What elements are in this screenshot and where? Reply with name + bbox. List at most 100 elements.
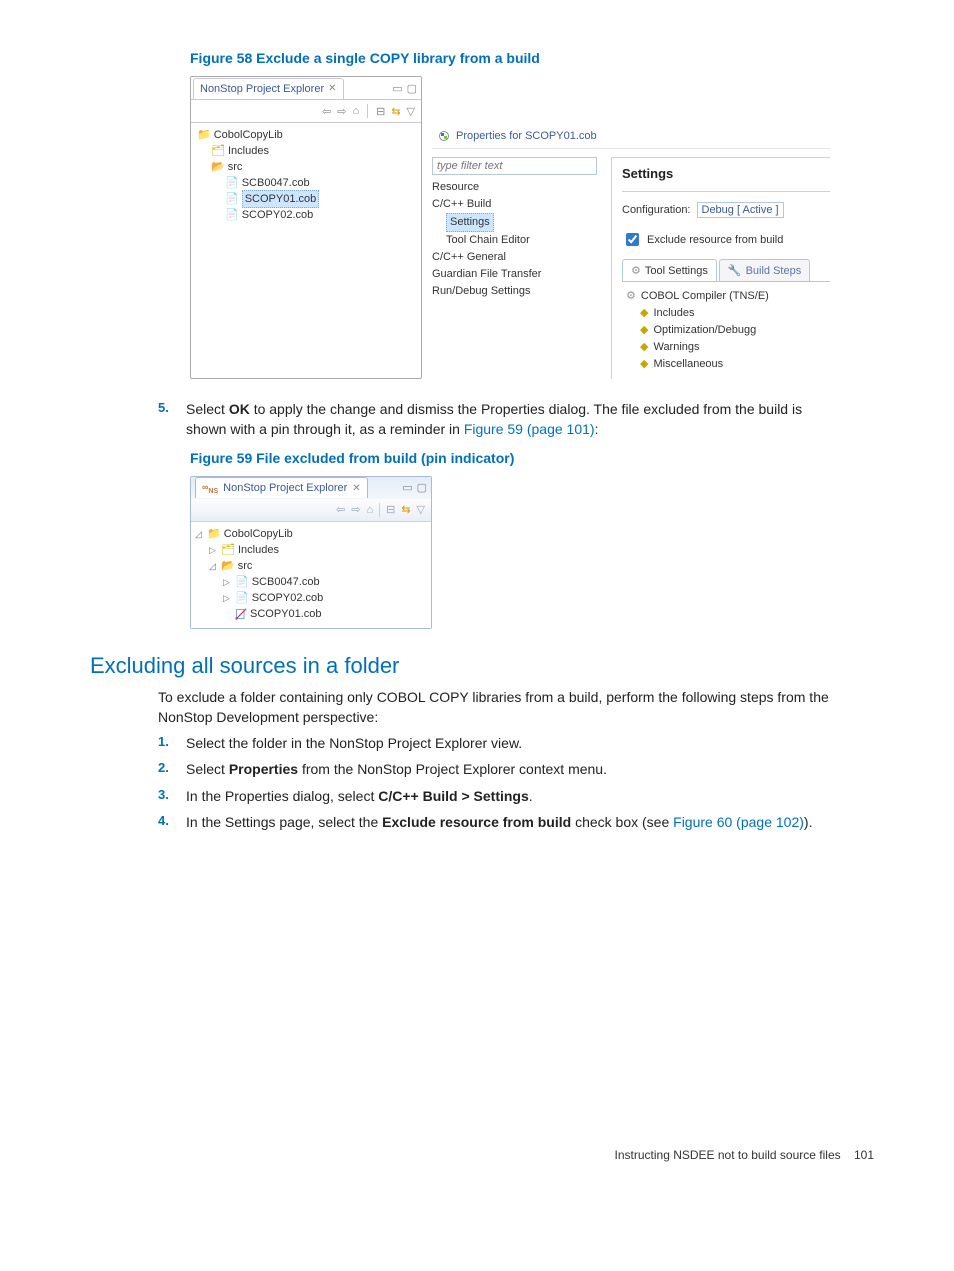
file-label: SCOPY01.cob xyxy=(250,606,322,622)
twisty-open-icon[interactable]: ◿ xyxy=(209,558,218,574)
tree-folder-src[interactable]: 📂 src xyxy=(197,159,415,175)
text: ). xyxy=(804,814,813,830)
tool-tree-root[interactable]: ⚙ COBOL Compiler (TNS/E) xyxy=(626,288,826,305)
tree-file[interactable]: 📄 SCB0047.cob xyxy=(197,175,415,191)
collapse-all-icon[interactable]: ⊟ xyxy=(386,503,395,516)
home-icon[interactable]: ⌂ xyxy=(366,504,373,516)
ptree-item[interactable]: Run/Debug Settings xyxy=(432,283,597,300)
file-label: SCOPY02.cob xyxy=(252,590,324,606)
maximize-icon[interactable]: ▢ xyxy=(407,82,417,95)
twisty-closed-icon[interactable]: ▷ xyxy=(209,542,218,558)
home-icon[interactable]: ⌂ xyxy=(352,105,359,117)
explorer-tab-row: ∞NS NonStop Project Explorer ✕ ▭ ▢ xyxy=(191,477,431,499)
tab-tool-settings[interactable]: ⚙ Tool Settings xyxy=(622,259,717,281)
figure58-caption: Figure 58 Exclude a single COPY library … xyxy=(190,50,874,66)
properties-dialog: Properties for SCOPY01.cob Resource C/C+… xyxy=(432,76,830,379)
ptree-item-selected[interactable]: Settings xyxy=(432,213,597,232)
tab-label: Build Steps xyxy=(746,265,802,277)
link-editor-icon[interactable]: ⇆ xyxy=(401,503,410,516)
text: . xyxy=(529,788,533,804)
explorer-toolbar: ⇦ ⇨ ⌂ ⊟ ⇆ ▽ xyxy=(191,100,421,123)
twisty-open-icon[interactable]: ◿ xyxy=(195,526,204,542)
explorer-toolbar: ⇦ ⇨ ⌂ ⊟ ⇆ ▽ xyxy=(191,499,431,522)
explorer-tree: ◿ 📁 CobolCopyLib ▷ 🗂 Includes ◿ 📂 src ▷ … xyxy=(191,522,431,628)
tree-file-selected[interactable]: 📄 SCOPY01.cob xyxy=(197,191,415,207)
tree-includes[interactable]: ▷ 🗂 Includes xyxy=(195,542,427,558)
forward-icon[interactable]: ⇨ xyxy=(351,503,360,516)
tree-file[interactable]: 📄 SCOPY02.cob xyxy=(197,207,415,223)
close-icon[interactable]: ✕ xyxy=(352,483,360,494)
view-menu-icon[interactable]: ▽ xyxy=(407,105,415,118)
tool-tree-item[interactable]: ◆ Includes xyxy=(626,305,826,322)
footer-label: Instructing NSDEE not to build source fi… xyxy=(615,1148,841,1162)
ptree-item[interactable]: C/C++ Build xyxy=(432,196,597,213)
settings-heading: Settings xyxy=(622,166,830,181)
configuration-select[interactable]: Debug [ Active ] xyxy=(697,202,784,218)
explorer-tree: 📁 CobolCopyLib 🗂 Includes 📂 src 📄 SCB004… xyxy=(191,123,421,231)
text: from the NonStop Project Explorer contex… xyxy=(298,761,607,777)
twisty-closed-icon[interactable]: ▷ xyxy=(223,590,232,606)
page-number: 101 xyxy=(854,1148,874,1162)
text: In the Settings page, select the xyxy=(186,814,382,830)
file-icon: 📄 xyxy=(235,590,249,606)
tree-file[interactable]: ▷ 📄 SCB0047.cob xyxy=(195,574,427,590)
forward-icon[interactable]: ⇨ xyxy=(337,105,346,118)
collapse-all-icon[interactable]: ⊟ xyxy=(376,105,385,118)
tool-tree-item[interactable]: ◆ Miscellaneous xyxy=(626,356,826,373)
explorer-tab[interactable]: ∞NS NonStop Project Explorer ✕ xyxy=(195,477,368,498)
close-icon[interactable]: ✕ xyxy=(328,83,336,94)
minimize-icon[interactable]: ▭ xyxy=(392,82,402,95)
step-2: 2. Select Properties from the NonStop Pr… xyxy=(158,759,844,779)
step-number: 2. xyxy=(158,759,174,779)
tree-includes[interactable]: 🗂 Includes xyxy=(197,143,415,159)
tab-build-steps[interactable]: 🔧 Build Steps xyxy=(719,259,810,281)
ptree-item[interactable]: Guardian File Transfer xyxy=(432,266,597,283)
includes-label: Includes xyxy=(228,143,269,159)
step-3: 3. In the Properties dialog, select C/C+… xyxy=(158,786,844,806)
ptree-item[interactable]: C/C++ General xyxy=(432,249,597,266)
configuration-row: Configuration: Debug [ Active ] xyxy=(622,202,830,218)
folder-label: src xyxy=(228,159,243,175)
ptree-item[interactable]: Tool Chain Editor xyxy=(432,232,597,249)
text: Select xyxy=(186,401,229,417)
tree-project[interactable]: 📁 CobolCopyLib xyxy=(197,127,415,143)
twisty-closed-icon[interactable]: ▷ xyxy=(223,574,232,590)
tree-project[interactable]: ◿ 📁 CobolCopyLib xyxy=(195,526,427,542)
settings-tabstrip: ⚙ Tool Settings 🔧 Build Steps xyxy=(622,259,830,282)
tree-folder-src[interactable]: ◿ 📂 src xyxy=(195,558,427,574)
tool-tree-item[interactable]: ◆ Warnings xyxy=(626,339,826,356)
page-footer: Instructing NSDEE not to build source fi… xyxy=(615,1148,874,1162)
figure59-link[interactable]: Figure 59 (page 101) xyxy=(464,421,595,437)
includes-icon: 🗂 xyxy=(211,143,225,159)
figure58: NonStop Project Explorer ✕ ▭ ▢ ⇦ ⇨ ⌂ ⊟ ⇆… xyxy=(190,76,874,379)
explorer-tab-row: NonStop Project Explorer ✕ ▭ ▢ xyxy=(191,77,421,100)
filter-input[interactable] xyxy=(432,157,597,175)
tree-file[interactable]: ▷ 📄 SCOPY02.cob xyxy=(195,590,427,606)
view-menu-icon[interactable]: ▽ xyxy=(417,503,425,516)
settings-panel: Settings Configuration: Debug [ Active ]… xyxy=(611,157,830,379)
properties-title-bar: Properties for SCOPY01.cob xyxy=(432,124,830,149)
includes-icon: 🗂 xyxy=(221,542,235,558)
bold-text: OK xyxy=(229,401,250,417)
back-icon[interactable]: ⇦ xyxy=(336,503,345,516)
gear-icon: ⚙ xyxy=(626,288,636,305)
folder-label: src xyxy=(238,558,253,574)
maximize-icon[interactable]: ▢ xyxy=(417,481,427,494)
explorer-tab[interactable]: NonStop Project Explorer ✕ xyxy=(193,78,344,99)
ptree-item[interactable]: Resource xyxy=(432,179,597,196)
minimize-icon[interactable]: ▭ xyxy=(402,481,412,494)
tool-tree-item[interactable]: ◆ Optimization/Debugg xyxy=(626,322,826,339)
step-body: In the Settings page, select the Exclude… xyxy=(186,812,844,832)
figure60-link[interactable]: Figure 60 (page 102) xyxy=(673,814,804,830)
step-body: In the Properties dialog, select C/C++ B… xyxy=(186,786,844,806)
configuration-label: Configuration: xyxy=(622,204,691,216)
link-editor-icon[interactable]: ⇆ xyxy=(391,105,400,118)
explorer-tab-label: NonStop Project Explorer xyxy=(223,482,347,494)
exclude-checkbox[interactable] xyxy=(626,233,639,246)
option-icon: ◆ xyxy=(640,339,648,356)
back-icon[interactable]: ⇦ xyxy=(322,105,331,118)
explorer-tab-label: NonStop Project Explorer xyxy=(200,83,324,95)
figure59-caption: Figure 59 File excluded from build (pin … xyxy=(190,450,874,466)
tree-file-excluded[interactable]: SCOPY01.cob xyxy=(195,606,427,622)
section-intro: To exclude a folder containing only COBO… xyxy=(158,687,844,728)
